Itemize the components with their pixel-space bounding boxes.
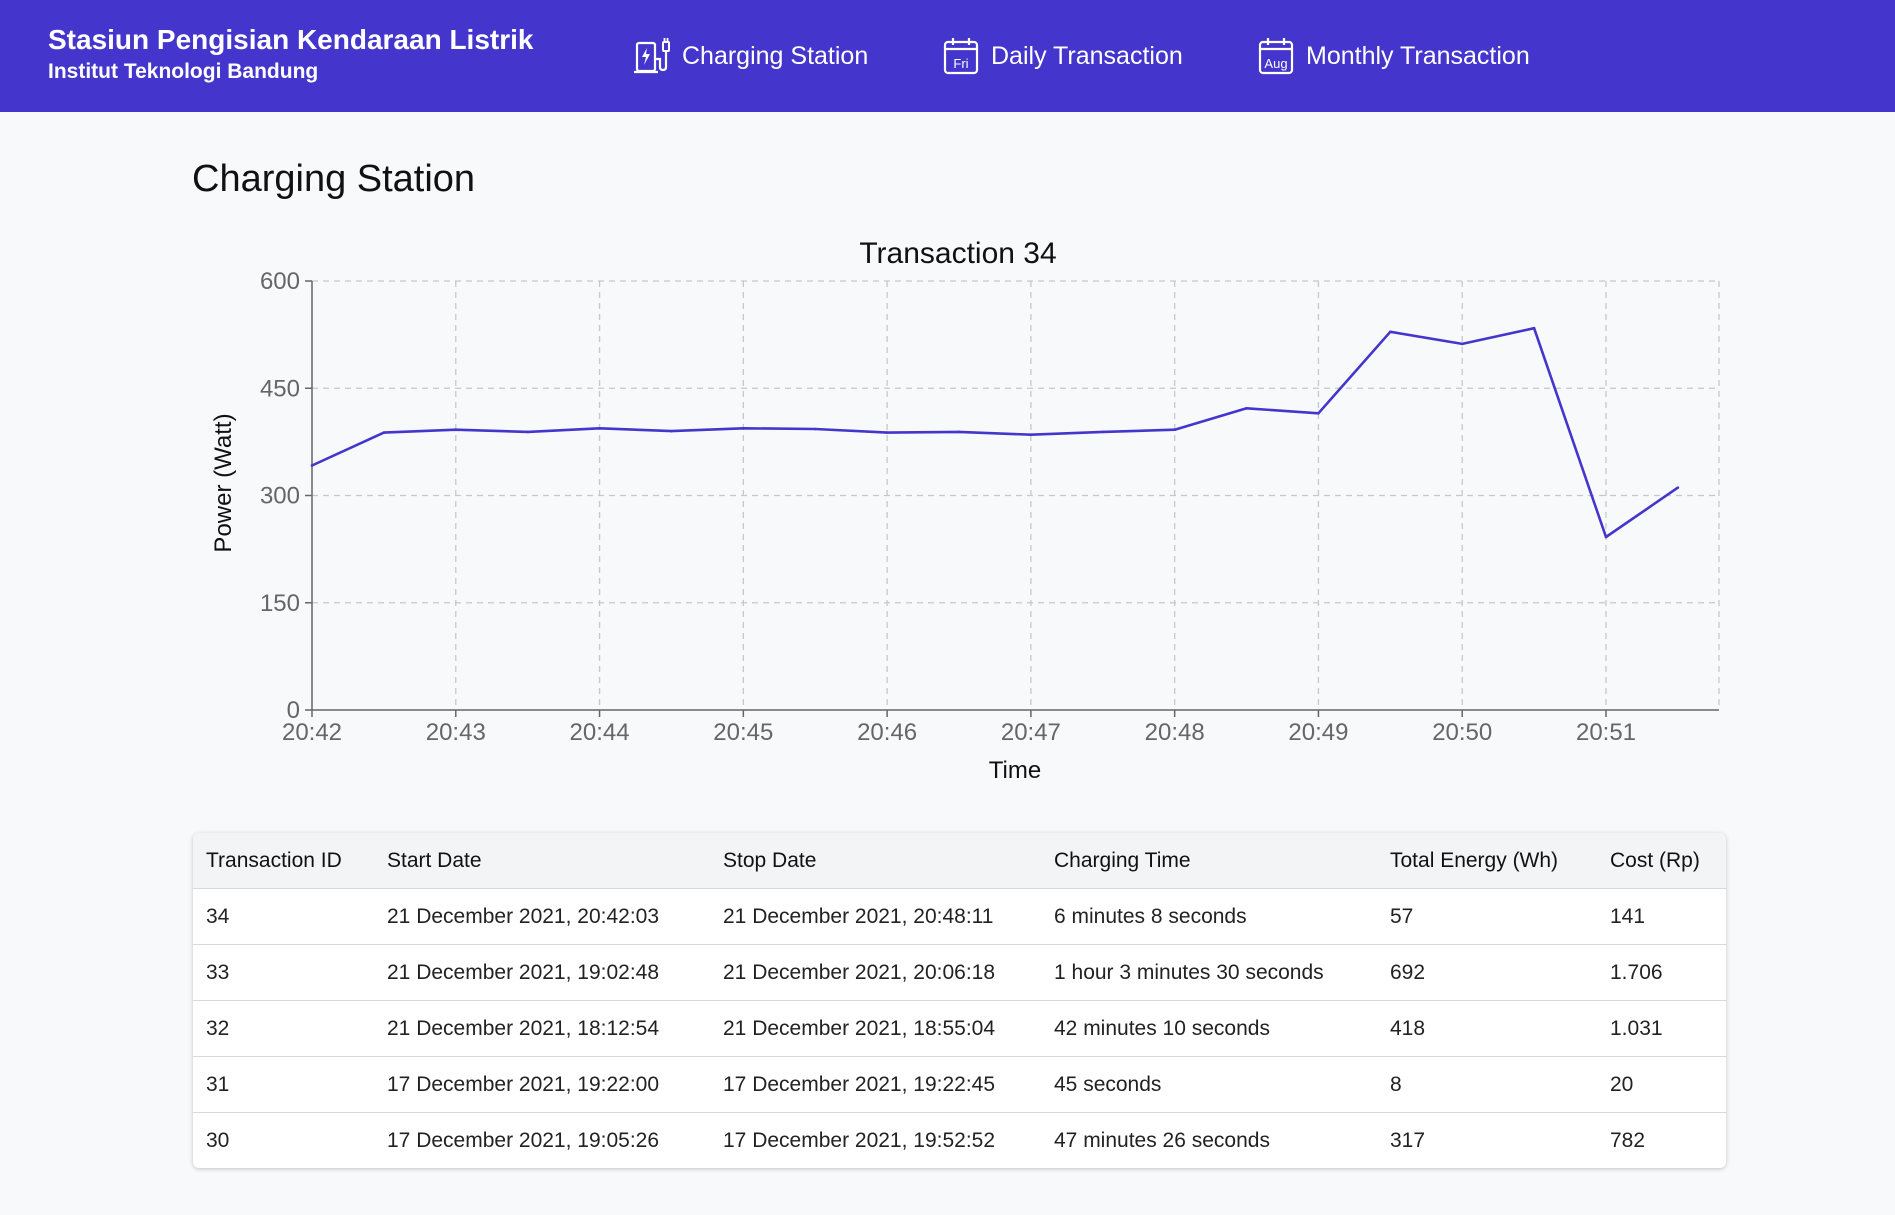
table-cell: 21 December 2021, 18:55:04 xyxy=(710,1000,1041,1057)
x-tick-label: 20:42 xyxy=(282,719,342,746)
table-row[interactable]: 34 21 December 2021, 20:42:03 21 December … xyxy=(193,888,1726,945)
table-cell: 692 xyxy=(1377,944,1597,1001)
table-cell: 1 hour 3 minutes 30 seconds xyxy=(1041,944,1377,1001)
table-header-row: Transaction ID Start Date Stop Date Char… xyxy=(193,833,1726,889)
table-cell: 31 xyxy=(193,1056,374,1113)
table-cell: 1.706 xyxy=(1597,944,1726,1001)
y-tick-label: 450 xyxy=(260,375,300,402)
x-tick-label: 20:47 xyxy=(1001,719,1061,746)
table-cell: 17 December 2021, 19:22:00 xyxy=(374,1056,710,1113)
x-tick-label: 20:44 xyxy=(570,719,630,746)
data-point xyxy=(310,464,314,467)
power-series-line xyxy=(311,326,1679,539)
data-point xyxy=(1101,430,1105,434)
table-row[interactable]: 31 17 December 2021, 19:22:00 17 December … xyxy=(193,1056,1726,1113)
x-axis-title: Time xyxy=(989,757,1041,784)
data-point xyxy=(813,427,817,431)
x-tick-label: 20:49 xyxy=(1288,719,1348,746)
table-cell: 47 minutes 26 seconds xyxy=(1041,1112,1377,1168)
x-tick-label: 20:48 xyxy=(1145,719,1205,746)
data-point xyxy=(957,430,961,434)
table-cell: 20 xyxy=(1597,1056,1726,1113)
data-point xyxy=(382,431,386,434)
table-cell: 21 December 2021, 18:12:54 xyxy=(374,1000,710,1057)
x-tick-label: 20:51 xyxy=(1576,719,1636,746)
table-cell: 21 December 2021, 19:02:48 xyxy=(374,944,710,1001)
x-tick-label: 20:43 xyxy=(426,719,486,746)
data-point xyxy=(1173,428,1176,432)
table-cell: 1.031 xyxy=(1597,1000,1726,1057)
data-point xyxy=(598,426,601,430)
table-cell: 17 December 2021, 19:52:52 xyxy=(710,1112,1041,1168)
table-cell: 57 xyxy=(1377,888,1597,945)
y-axis-title: Power (Watt) xyxy=(210,413,237,552)
data-point xyxy=(1317,411,1320,415)
table-cell: 317 xyxy=(1377,1112,1597,1168)
table-cell: 8 xyxy=(1377,1056,1597,1113)
data-point xyxy=(1245,406,1248,410)
data-point xyxy=(670,429,673,433)
table-cell: 141 xyxy=(1597,888,1726,945)
table-row[interactable]: 32 21 December 2021, 18:12:54 21 December … xyxy=(193,1000,1726,1057)
table-cell: 6 minutes 8 seconds xyxy=(1041,888,1377,945)
column-header: Cost (Rp) xyxy=(1610,848,1700,872)
transactions-table: Transaction ID Start Date Stop Date Char… xyxy=(193,833,1726,1168)
y-tick-label: 600 xyxy=(260,268,300,295)
table-cell: 42 minutes 10 seconds xyxy=(1041,1000,1377,1057)
table-cell: 45 seconds xyxy=(1041,1056,1377,1113)
data-point xyxy=(1460,342,1464,346)
data-point xyxy=(1604,535,1608,539)
chart-title: Transaction 34 xyxy=(859,237,1056,270)
table-cell: 21 December 2021, 20:06:18 xyxy=(710,944,1041,1001)
x-tick-label: 20:46 xyxy=(857,719,917,746)
column-header: Start Date xyxy=(387,848,482,872)
data-point xyxy=(454,428,458,432)
table-cell: 33 xyxy=(193,944,374,1001)
data-point xyxy=(1389,330,1392,334)
column-header: Stop Date xyxy=(723,848,817,872)
data-point xyxy=(1676,486,1680,489)
y-tick-label: 150 xyxy=(260,590,300,617)
x-tick-label: 20:45 xyxy=(713,719,773,746)
table-cell: 21 December 2021, 20:48:11 xyxy=(710,888,1041,945)
power-line-chart: 015030045060020:42 20:43 20:44 20:45 20:46 20… xyxy=(210,237,1720,784)
data-point xyxy=(742,426,745,430)
table-cell: 418 xyxy=(1377,1000,1597,1057)
column-header: Total Energy (Wh) xyxy=(1390,848,1559,872)
data-point xyxy=(1532,326,1536,330)
table-cell: 17 December 2021, 19:22:45 xyxy=(710,1056,1041,1113)
y-tick-label: 300 xyxy=(260,483,300,510)
x-tick-label: 20:50 xyxy=(1432,719,1492,746)
data-point xyxy=(885,431,889,434)
table-row[interactable]: 33 21 December 2021, 19:02:48 21 December … xyxy=(193,944,1726,1001)
table-cell: 21 December 2021, 20:42:03 xyxy=(374,888,710,945)
data-point xyxy=(526,430,529,434)
table-cell: 782 xyxy=(1597,1112,1726,1168)
table-cell: 17 December 2021, 19:05:26 xyxy=(374,1112,710,1168)
table-row[interactable]: 30 17 December 2021, 19:05:26 17 December … xyxy=(193,1112,1726,1168)
column-header: Transaction ID xyxy=(206,848,342,872)
table-cell: 30 xyxy=(193,1112,374,1168)
table-cell: 34 xyxy=(193,888,374,945)
data-point xyxy=(1029,433,1033,437)
column-header: Charging Time xyxy=(1054,848,1191,872)
transactions-table-card: Transaction ID Start Date Stop Date Char… xyxy=(193,833,1726,1168)
table-cell: 32 xyxy=(193,1000,374,1057)
